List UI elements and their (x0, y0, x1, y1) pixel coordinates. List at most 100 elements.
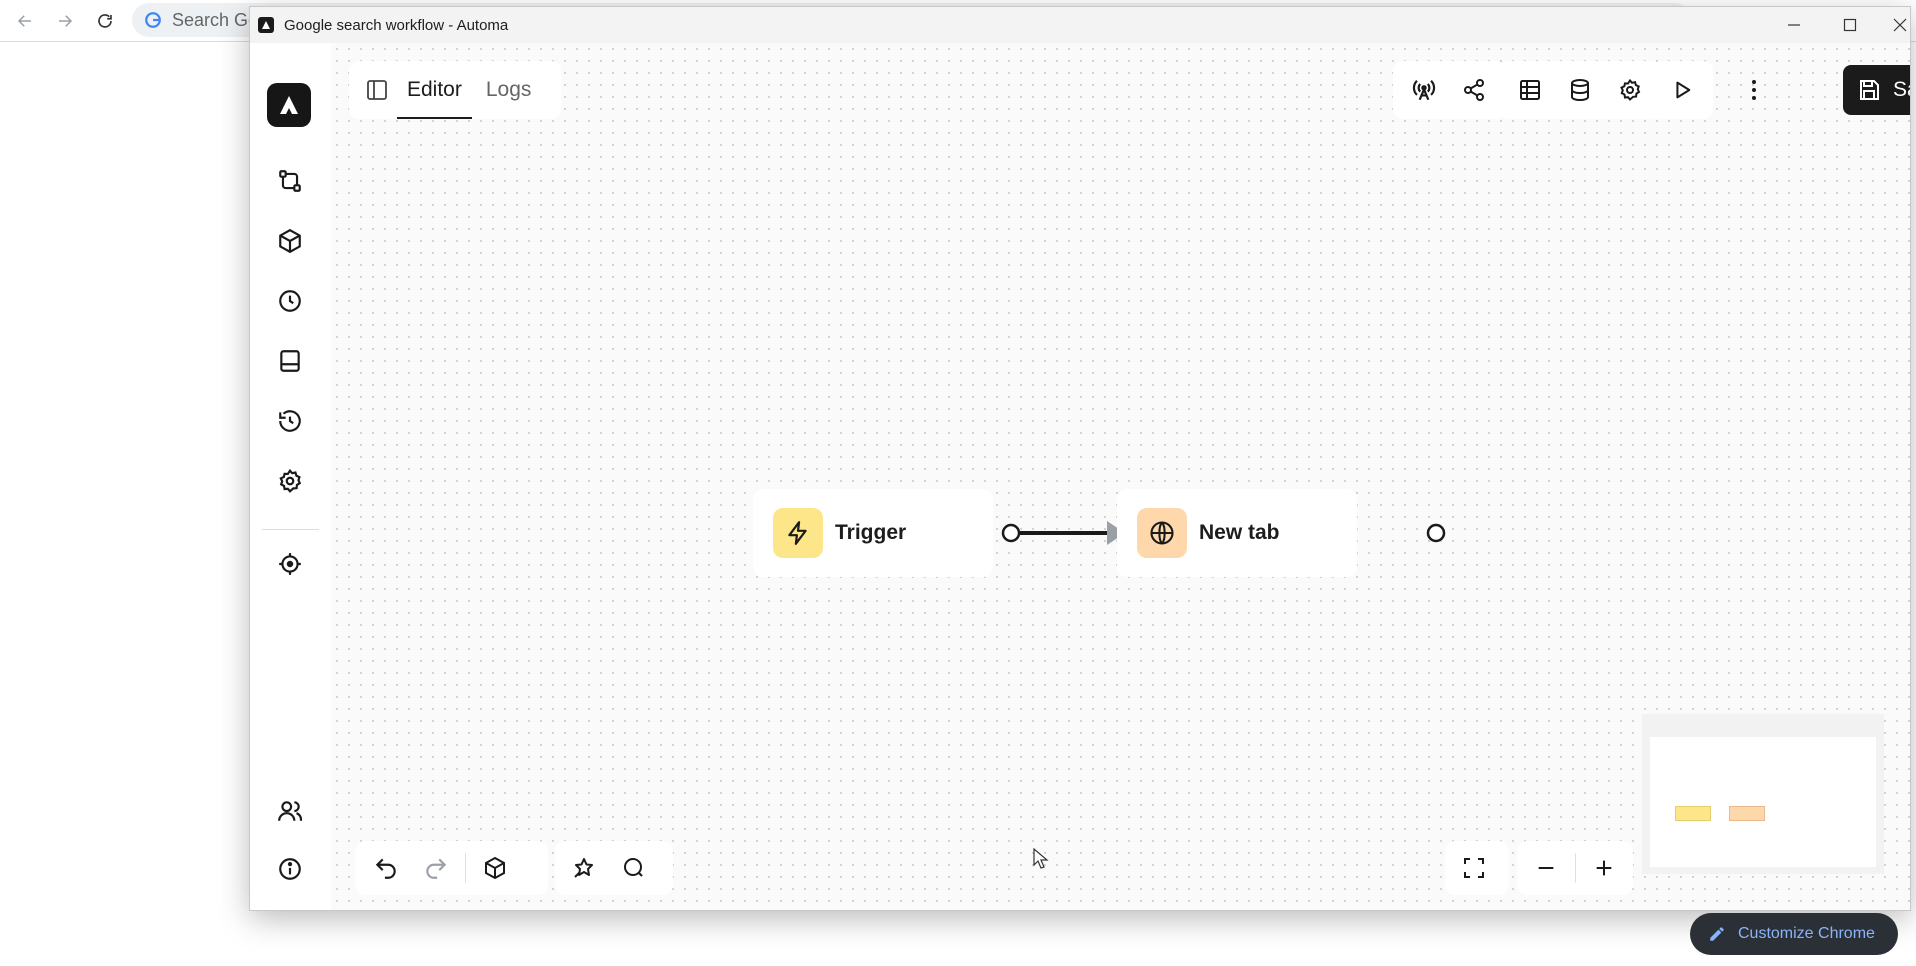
node-label: Trigger (835, 521, 907, 544)
redo-icon (426, 858, 447, 879)
host-workflow-button[interactable] (1402, 68, 1446, 112)
sidebar (250, 43, 331, 910)
add-package-button[interactable] (473, 846, 517, 890)
toolbar-group-run (1651, 61, 1713, 119)
forward-button[interactable] (48, 4, 82, 38)
editor-tabbar: Editor Logs (349, 61, 561, 119)
floppy-icon (1860, 80, 1879, 100)
undo-button[interactable] (364, 846, 408, 890)
zoom-toolbar (1517, 841, 1633, 895)
automa-window: Google search workflow - Automa Editor L… (250, 7, 1910, 910)
search-icon (624, 858, 643, 877)
zoom-out-button[interactable] (1524, 846, 1568, 890)
sidebar-item-schedules[interactable] (272, 283, 308, 319)
more-vertical-icon (1752, 80, 1756, 100)
panel-toggle-button[interactable] (359, 72, 395, 108)
storage-panel-icon (280, 350, 300, 372)
arrow-right-icon (59, 15, 73, 27)
undo-icon (375, 858, 396, 879)
globe-icon (1137, 508, 1187, 558)
automa-app-icon (258, 17, 274, 33)
history-toolbar (355, 841, 548, 895)
info-icon (279, 858, 301, 880)
toolbar-divider (465, 853, 466, 883)
automa-logo[interactable] (267, 83, 311, 127)
toolbar-group-share (1393, 61, 1505, 119)
table-button[interactable] (1508, 68, 1552, 112)
output-handle[interactable] (1001, 523, 1021, 543)
sidebar-item-packages[interactable] (272, 223, 308, 259)
omnibox-placeholder: Search Go (172, 9, 259, 30)
database-icon (1571, 79, 1589, 102)
toolbar-group-data (1499, 61, 1661, 119)
workflow-node-new-tab[interactable]: New tab (1117, 489, 1357, 577)
table-icon (1520, 80, 1540, 100)
sidebar-item-community[interactable] (272, 793, 308, 829)
minimap-node-trigger (1675, 806, 1711, 821)
share-icon (1464, 79, 1484, 101)
package-icon (485, 856, 505, 880)
maximize-icon (1843, 18, 1857, 32)
node-label: New tab (1199, 521, 1280, 544)
automa-logo-icon (280, 96, 298, 114)
close-button[interactable] (1872, 7, 1910, 43)
clock-icon (279, 290, 301, 312)
package-icon (279, 228, 301, 254)
sidebar-item-settings[interactable] (272, 463, 308, 499)
tab-logs[interactable]: Logs (474, 61, 544, 119)
minimap-viewport (1650, 737, 1876, 867)
fit-view-button[interactable] (1452, 846, 1496, 890)
workflow-settings-button[interactable] (1608, 68, 1652, 112)
minimize-button[interactable] (1766, 7, 1822, 43)
close-icon (1893, 18, 1907, 32)
crosshair-icon (279, 553, 301, 575)
search-blocks-button[interactable] (612, 846, 656, 890)
sidebar-item-workflows[interactable] (272, 163, 308, 199)
reload-button[interactable] (88, 4, 122, 38)
sidebar-panel-icon (367, 80, 387, 100)
sidebar-item-about[interactable] (272, 851, 308, 887)
history-icon (279, 410, 301, 432)
back-button[interactable] (8, 4, 42, 38)
mouse-cursor-icon (1033, 848, 1049, 869)
arrow-left-icon (17, 15, 31, 27)
minimap[interactable] (1642, 714, 1884, 874)
minus-icon (1538, 866, 1554, 870)
fit-view-toolbar (1445, 841, 1509, 895)
window-title: Google search workflow - Automa (284, 16, 509, 34)
plus-icon (1596, 860, 1612, 876)
workflow-icon (279, 170, 301, 192)
magic-icon (574, 858, 593, 878)
sidebar-item-history[interactable] (272, 403, 308, 439)
share-button[interactable] (1452, 68, 1496, 112)
auto-arrange-button[interactable] (562, 846, 606, 890)
toolbar-divider (1574, 853, 1576, 883)
save-button[interactable]: Save (1843, 65, 1910, 115)
tools-toolbar (555, 841, 673, 895)
minimap-node-new-tab (1729, 806, 1765, 821)
broadcast-icon (1412, 80, 1436, 101)
customize-chrome-button[interactable]: Customize Chrome (1690, 913, 1898, 955)
bolt-icon (773, 508, 823, 558)
tab-editor[interactable]: Editor (395, 61, 474, 119)
redo-button[interactable] (414, 846, 458, 890)
run-button[interactable] (1660, 68, 1704, 112)
google-logo-icon (145, 12, 161, 28)
gear-icon (279, 468, 302, 493)
sidebar-item-storage[interactable] (272, 343, 308, 379)
output-handle[interactable] (1426, 523, 1446, 543)
customize-chrome-label: Customize Chrome (1738, 925, 1875, 942)
title-bar: Google search workflow - Automa (250, 7, 1910, 43)
play-icon (1676, 81, 1691, 99)
global-data-button[interactable] (1558, 68, 1602, 112)
pencil-icon (1710, 927, 1724, 941)
users-icon (278, 801, 303, 821)
sidebar-item-element-picker[interactable] (272, 546, 308, 582)
workflow-node-trigger[interactable]: Trigger (753, 489, 993, 577)
more-options-button[interactable] (1732, 68, 1776, 112)
zoom-in-button[interactable] (1582, 846, 1626, 890)
fullscreen-icon (1464, 858, 1484, 878)
minimize-icon (1788, 24, 1800, 26)
sidebar-divider (262, 529, 319, 530)
maximize-button[interactable] (1822, 7, 1878, 43)
